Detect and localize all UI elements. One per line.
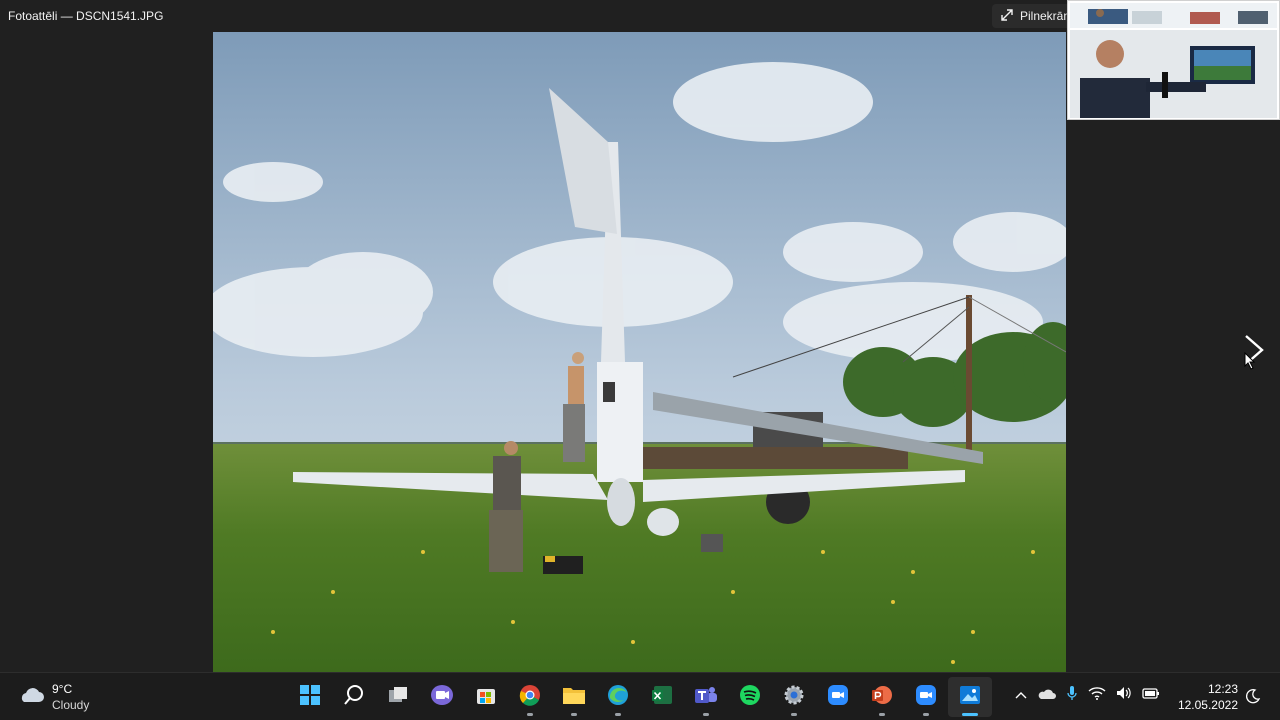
running-indicator (571, 713, 577, 716)
weather-condition: Cloudy (52, 698, 90, 712)
participants-strip[interactable] (1070, 3, 1277, 28)
system-tray (1014, 685, 1160, 706)
store-button[interactable] (464, 677, 508, 717)
clock-date: 12.05.2022 (1177, 698, 1238, 712)
volume-icon[interactable] (1116, 686, 1132, 705)
settings-icon (783, 684, 805, 711)
chrome-icon (519, 684, 541, 711)
edge-icon (607, 684, 629, 711)
photos-icon (959, 685, 981, 710)
settings-button[interactable] (772, 677, 816, 717)
file-explorer-button[interactable] (552, 677, 596, 717)
teams-icon (694, 684, 718, 711)
spotify-button[interactable] (728, 677, 772, 717)
taskbar-apps (288, 677, 992, 717)
photo-viewer-image (213, 32, 1066, 672)
folder-icon (562, 685, 586, 710)
zoom-meeting-button[interactable] (904, 677, 948, 717)
speaker-video[interactable] (1070, 30, 1277, 118)
running-indicator (615, 713, 621, 716)
windows-logo-icon (299, 684, 321, 711)
running-indicator (791, 713, 797, 716)
running-indicator (703, 713, 709, 716)
zoom-icon (915, 684, 937, 711)
excel-button[interactable] (640, 677, 684, 717)
start-button[interactable] (288, 677, 332, 717)
cloud-icon (18, 686, 44, 709)
video-call-panel[interactable] (1067, 0, 1280, 120)
microphone-icon[interactable] (1066, 685, 1078, 706)
mouse-cursor-icon (1244, 351, 1256, 375)
search-button[interactable] (332, 677, 376, 717)
weather-widget[interactable]: 9°C Cloudy (18, 681, 89, 713)
store-icon (475, 684, 497, 711)
chevron-up-icon[interactable] (1014, 687, 1028, 705)
photos-button[interactable] (948, 677, 992, 717)
clock[interactable]: 12:23 12.05.2022 (1174, 681, 1238, 713)
spotify-icon (739, 684, 761, 711)
teams-button[interactable] (684, 677, 728, 717)
onedrive-icon[interactable] (1038, 687, 1056, 705)
chrome-button[interactable] (508, 677, 552, 717)
window-title: Fotoattēli — DSCN1541.JPG (8, 9, 164, 23)
task-view-icon (387, 684, 409, 711)
focus-assist-icon[interactable] (1245, 688, 1261, 709)
running-indicator (527, 713, 533, 716)
powerpoint-icon (871, 684, 893, 711)
clock-time: 12:23 (1207, 682, 1238, 696)
expand-icon (1000, 8, 1014, 25)
task-view-button[interactable] (376, 677, 420, 717)
weather-temperature: 9°C (52, 682, 73, 696)
zoom-icon (827, 684, 849, 711)
fullscreen-label: Pilnekrān (1020, 9, 1071, 23)
edge-button[interactable] (596, 677, 640, 717)
active-indicator (962, 713, 978, 716)
powerpoint-button[interactable] (860, 677, 904, 717)
excel-icon (651, 684, 673, 711)
wind-turbine-photo (213, 32, 1066, 672)
zoom-button[interactable] (816, 677, 860, 717)
running-indicator (923, 713, 929, 716)
search-icon (343, 684, 365, 711)
chat-button[interactable] (420, 677, 464, 717)
chat-icon (430, 684, 454, 711)
wifi-icon[interactable] (1088, 686, 1106, 705)
taskbar: 9°C Cloudy 12:23 12.05.2022 (0, 672, 1280, 720)
running-indicator (879, 713, 885, 716)
battery-icon[interactable] (1142, 686, 1160, 705)
